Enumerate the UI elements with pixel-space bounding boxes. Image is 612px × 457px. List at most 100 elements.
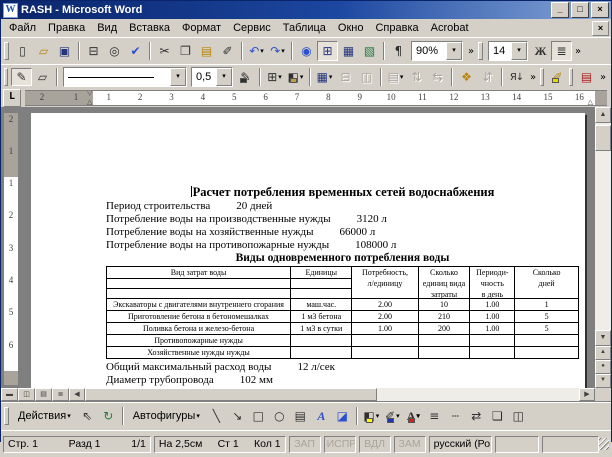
merge-cells-button[interactable]: ⊟: [335, 68, 356, 86]
3d-button[interactable]: ◫: [508, 406, 529, 426]
undo-button[interactable]: ↶ ▾: [246, 41, 267, 61]
insert-clipart-button[interactable]: ◪: [332, 406, 353, 426]
zoom-combo[interactable]: 90% ▾: [411, 41, 463, 61]
browse-next-icon[interactable]: ▼: [595, 374, 611, 388]
dash-style-button[interactable]: ┄: [445, 406, 466, 426]
text-box-button[interactable]: ▤: [290, 406, 311, 426]
browse-previous-icon[interactable]: ▲: [595, 346, 611, 360]
menu-item-3[interactable]: Вид: [91, 21, 123, 35]
highlight-button[interactable]: ✐: [547, 68, 568, 86]
toolbar-grip[interactable]: [4, 42, 9, 60]
insert-excel-table-button[interactable]: ▧: [359, 41, 380, 61]
menu-item-5[interactable]: Формат: [176, 21, 227, 35]
vertical-scroll-thumb[interactable]: [595, 125, 611, 151]
toolbar-grip[interactable]: [4, 407, 9, 425]
normal-view-icon[interactable]: ▬: [1, 388, 18, 401]
border-color-button[interactable]: ✎: [235, 68, 256, 86]
more-acrobat-button[interactable]: »: [597, 68, 609, 86]
draw-actions-button[interactable]: Действия ▾: [12, 406, 77, 426]
menu-item-1[interactable]: Файл: [3, 21, 42, 35]
print-layout-view-icon[interactable]: ▤: [35, 388, 52, 401]
bold-button[interactable]: Ж: [530, 41, 551, 61]
status-mode-зап[interactable]: ЗАП: [288, 435, 321, 453]
shading-color-button[interactable]: ◧ ▾: [285, 68, 306, 86]
scroll-right-icon[interactable]: ▶: [579, 388, 595, 401]
redo-button[interactable]: ↷ ▾: [267, 41, 288, 61]
chevron-down-icon[interactable]: ▾: [511, 42, 527, 60]
toolbar-grip[interactable]: [478, 42, 483, 60]
insert-table-menu-button[interactable]: ▦ ▾: [314, 68, 335, 86]
toolbar-grip[interactable]: [4, 68, 8, 86]
web-layout-view-icon[interactable]: ◫: [18, 388, 35, 401]
status-mode-испр[interactable]: ИСПР: [323, 435, 356, 453]
select-browse-object-icon[interactable]: ●: [595, 360, 611, 374]
scroll-up-icon[interactable]: ▲: [595, 107, 611, 123]
status-mode-вдл[interactable]: ВДЛ: [358, 435, 391, 453]
format-painter-button[interactable]: ✐: [217, 41, 238, 61]
distribute-rows-button[interactable]: ⇅: [406, 68, 427, 86]
select-objects-button[interactable]: ⇖: [77, 406, 98, 426]
close-document-icon[interactable]: ×: [592, 20, 609, 36]
free-rotate-button[interactable]: ↻: [98, 406, 119, 426]
draw-arrow-button[interactable]: ↘: [227, 406, 248, 426]
vertical-scroll-track[interactable]: [595, 151, 611, 330]
more-formatting-button[interactable]: »: [572, 41, 584, 61]
arrow-style-button[interactable]: ⇄: [466, 406, 487, 426]
draw-line-button[interactable]: ╲: [206, 406, 227, 426]
table-autoformat-button[interactable]: ❖: [456, 68, 477, 86]
toolbar-grip[interactable]: [540, 68, 544, 86]
menu-item-6[interactable]: Сервис: [227, 21, 277, 35]
chevron-down-icon[interactable]: ▾: [216, 68, 232, 86]
scroll-down-icon[interactable]: ▼: [595, 330, 611, 346]
close-button[interactable]: ×: [591, 2, 609, 18]
toolbar-grip[interactable]: [569, 68, 573, 86]
borders-toggle-button[interactable]: ≣: [551, 41, 572, 61]
insert-hyperlink-button[interactable]: ◉: [296, 41, 317, 61]
vertical-scrollbar[interactable]: ▲ ▼ ▲ ● ▼: [595, 107, 611, 388]
show-formatting-marks-button[interactable]: ¶: [388, 41, 409, 61]
menu-item-10[interactable]: Acrobat: [425, 21, 475, 35]
minimize-button[interactable]: _: [551, 2, 569, 18]
print-button[interactable]: ⊟: [83, 41, 104, 61]
fill-color-button[interactable]: ◧ ▾: [361, 406, 382, 426]
status-language[interactable]: русский (Ро: [428, 435, 493, 453]
draw-oval-button[interactable]: ○: [269, 406, 290, 426]
acrobat-pdfmaker-button[interactable]: ▤: [576, 68, 597, 86]
menu-item-2[interactable]: Правка: [42, 21, 91, 35]
line-weight-combo[interactable]: 0,5 ▾: [191, 67, 233, 87]
autoshapes-button[interactable]: Автофигуры ▾: [127, 406, 206, 426]
tab-selector-button[interactable]: L: [3, 89, 21, 107]
menu-item-7[interactable]: Таблица: [277, 21, 332, 35]
horizontal-scrollbar[interactable]: ▬ ◫ ▤ ≣ ◀ ▶: [1, 388, 595, 401]
draw-rectangle-button[interactable]: □: [248, 406, 269, 426]
outside-border-button[interactable]: ⊞ ▾: [264, 68, 285, 86]
document-page[interactable]: Расчет потребления временных сетей водос…: [31, 113, 585, 388]
draw-table-button[interactable]: ✎: [11, 68, 32, 86]
resize-grip[interactable]: [599, 438, 609, 450]
horizontal-scroll-track[interactable]: [377, 388, 579, 401]
maximize-button[interactable]: □: [571, 2, 589, 18]
line-style-button[interactable]: ≡: [424, 406, 445, 426]
eraser-button[interactable]: ▱: [32, 68, 53, 86]
chevron-down-icon[interactable]: ▾: [446, 42, 462, 60]
cell-alignment-button[interactable]: ▤ ▾: [385, 68, 406, 86]
menu-item-9[interactable]: Справка: [369, 21, 424, 35]
status-mode-зам[interactable]: ЗАМ: [393, 435, 426, 453]
font-color-button[interactable]: А ▾: [403, 406, 424, 426]
split-cells-button[interactable]: ◫: [356, 68, 377, 86]
horizontal-scroll-thumb[interactable]: [85, 388, 377, 401]
copy-button[interactable]: ❐: [175, 41, 196, 61]
scroll-left-icon[interactable]: ◀: [69, 388, 85, 401]
font-size-combo[interactable]: 14 ▾: [488, 41, 528, 61]
wordart-button[interactable]: А: [311, 406, 332, 426]
shadow-button[interactable]: ❏: [487, 406, 508, 426]
hanging-indent-marker[interactable]: △: [87, 99, 92, 105]
right-indent-marker[interactable]: △: [588, 99, 593, 105]
spelling-button[interactable]: ✔: [125, 41, 146, 61]
outline-view-icon[interactable]: ≣: [52, 388, 69, 401]
more-tables-button[interactable]: »: [527, 68, 539, 86]
save-button[interactable]: ▣: [54, 41, 75, 61]
cut-button[interactable]: ✂: [154, 41, 175, 61]
insert-table-button[interactable]: ▦: [338, 41, 359, 61]
tables-and-borders-button[interactable]: ⊞: [317, 41, 338, 61]
